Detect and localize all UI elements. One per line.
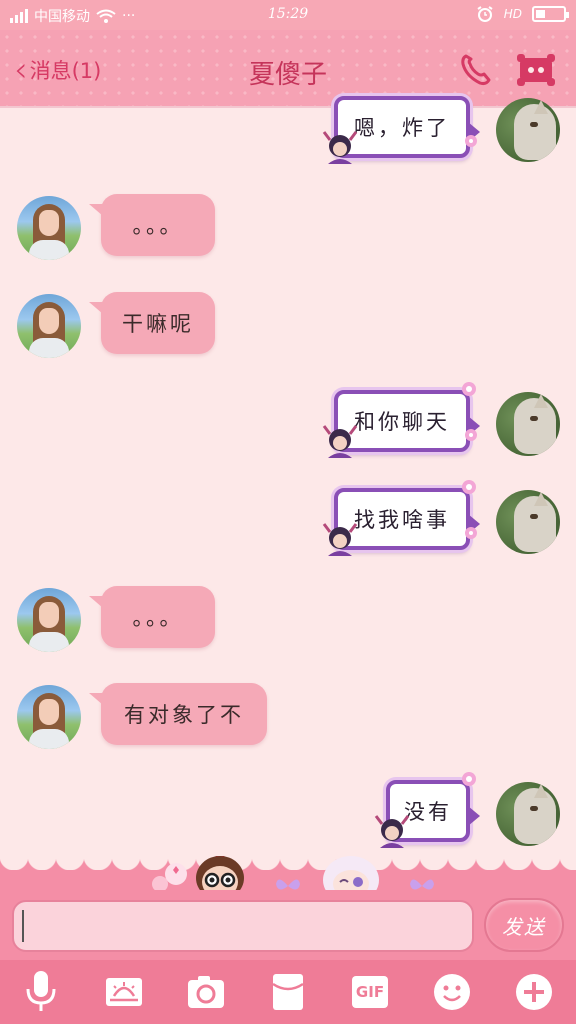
message-bubble[interactable]: 干嘛呢	[89, 292, 215, 354]
message-text: 。。。	[132, 606, 184, 630]
microphone-icon	[26, 971, 56, 1011]
gif-button[interactable]: GIF	[348, 970, 392, 1014]
flower-decoration-icon	[465, 429, 477, 441]
message-text: 找我啥事	[354, 508, 450, 532]
album-button[interactable]	[102, 970, 146, 1014]
input-bar: 发送	[0, 890, 576, 960]
contact-avatar[interactable]	[17, 588, 81, 652]
image-icon	[106, 978, 142, 1006]
voice-button[interactable]	[19, 970, 63, 1014]
emoji-icon	[434, 974, 470, 1010]
message-bubble[interactable]: 。。。	[89, 194, 215, 256]
my-avatar[interactable]	[496, 392, 560, 456]
contact-avatar[interactable]	[17, 294, 81, 358]
alarm-icon	[477, 6, 493, 22]
emoji-button[interactable]	[430, 970, 474, 1014]
message-bubble[interactable]: 有对象了不	[89, 683, 267, 745]
flower-decoration-icon	[462, 772, 476, 786]
flower-decoration-icon	[465, 527, 477, 539]
message-bubble[interactable]: 和你聊天	[322, 382, 480, 458]
chat-header: ‹ 消息(1) 夏傻子	[0, 30, 576, 108]
contact-avatar[interactable]	[17, 196, 81, 260]
status-bar: 中国移动 ··· 15:29 HD	[0, 0, 576, 30]
message-text: 干嘛呢	[122, 312, 194, 336]
message-input[interactable]	[12, 900, 474, 952]
my-avatar[interactable]	[496, 782, 560, 846]
message-text: 和你聊天	[354, 410, 450, 434]
profile-button[interactable]	[516, 50, 556, 90]
chibi-sticker-icon	[322, 523, 358, 556]
camera-button[interactable]	[184, 970, 228, 1014]
contact-avatar[interactable]	[17, 685, 81, 749]
my-avatar[interactable]	[496, 490, 560, 554]
red-packet-icon	[272, 974, 304, 1010]
message-text: 嗯，炸了	[354, 116, 450, 140]
phone-icon	[461, 54, 491, 86]
message-bubble[interactable]: 没有	[374, 772, 480, 848]
message-bubble[interactable]: 找我啥事	[322, 480, 480, 556]
my-avatar[interactable]	[496, 98, 560, 162]
red-packet-button[interactable]	[266, 970, 310, 1014]
plus-icon	[516, 974, 552, 1010]
status-right: HD	[476, 5, 569, 23]
message-text: 。。。	[132, 214, 184, 238]
call-button[interactable]	[458, 52, 494, 88]
message-text: 有对象了不	[124, 703, 244, 727]
message-bubble[interactable]: 。。。	[89, 586, 215, 648]
message-bubble[interactable]: 嗯，炸了	[322, 96, 480, 164]
profile-card-icon	[517, 54, 555, 86]
flower-decoration-icon	[462, 382, 476, 396]
chat-toolbar: GIF	[0, 960, 576, 1024]
more-button[interactable]	[512, 970, 556, 1014]
flower-decoration-icon	[465, 135, 477, 147]
flower-decoration-icon	[462, 480, 476, 494]
chibi-sticker-icon	[322, 425, 358, 458]
network-badge: HD	[503, 7, 522, 21]
camera-icon	[188, 976, 224, 1008]
chibi-sticker-icon	[322, 131, 358, 164]
text-caret	[22, 910, 24, 942]
gif-icon: GIF	[352, 976, 388, 1008]
chibi-sticker-icon	[374, 815, 410, 848]
battery-icon	[532, 6, 569, 22]
send-button[interactable]: 发送	[484, 898, 564, 952]
